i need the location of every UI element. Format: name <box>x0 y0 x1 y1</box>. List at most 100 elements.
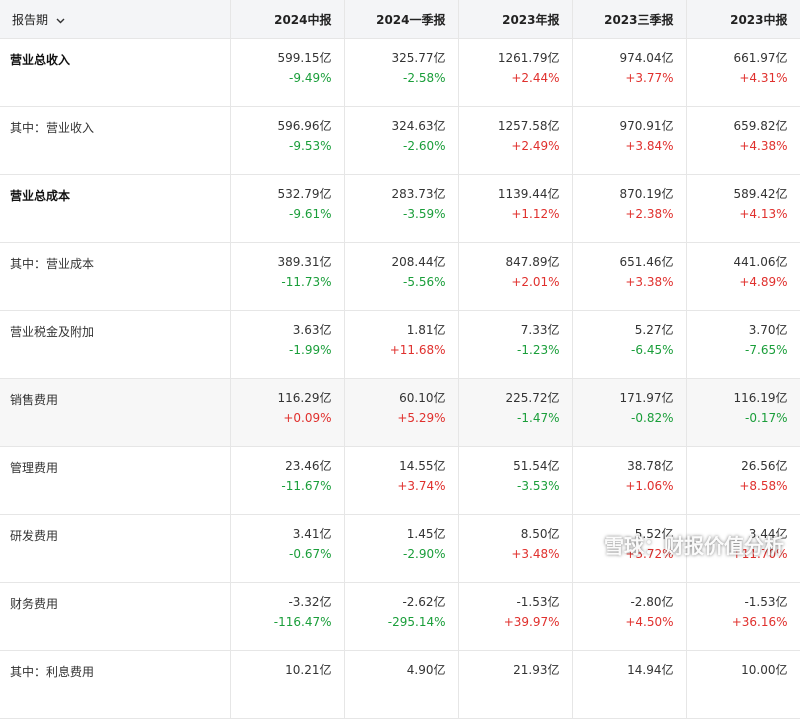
value-cell: 651.46亿 +3.38% <box>572 242 687 311</box>
value-amount: 51.54亿 <box>513 459 560 473</box>
value-cell: 1257.58亿 +2.49% <box>458 106 573 175</box>
yoy-change: +39.97% <box>503 615 560 629</box>
yoy-change: -9.53% <box>289 139 332 153</box>
income-statement-table: 报告期 2024中报 2024一季报 2023年报 2023三季报 2023中报… <box>0 0 800 719</box>
value-amount: 870.19亿 <box>619 187 674 201</box>
yoy-change: -3.59% <box>403 207 446 221</box>
row-label: 其中：营业收入 <box>0 106 231 175</box>
row-label: 管理费用 <box>0 446 231 515</box>
value-cell: 3.63亿 -1.99% <box>230 310 345 379</box>
value-amount: 3.41亿 <box>292 527 332 541</box>
value-amount: 14.55亿 <box>399 459 446 473</box>
value-amount: 171.97亿 <box>619 391 674 405</box>
yoy-change: +8.58% <box>739 479 788 493</box>
value-cell: 970.91亿 +3.84% <box>572 106 687 175</box>
value-amount: 26.56亿 <box>741 459 788 473</box>
value-amount: 1261.79亿 <box>497 51 560 65</box>
row-label: 营业税金及附加 <box>0 310 231 379</box>
value-cell: 38.78亿 +1.06% <box>572 446 687 515</box>
yoy-change: -116.47% <box>273 615 332 629</box>
yoy-change: +2.44% <box>511 71 560 85</box>
value-cell: 661.97亿 +4.31% <box>686 38 800 107</box>
value-cell: 7.33亿 -1.23% <box>458 310 573 379</box>
snowball-logo-icon <box>576 531 598 558</box>
yoy-change: +3.84% <box>625 139 674 153</box>
value-amount: 389.31亿 <box>277 255 332 269</box>
yoy-change: -7.65% <box>745 343 788 357</box>
value-amount: 7.33亿 <box>520 323 560 337</box>
value-amount: 847.89亿 <box>505 255 560 269</box>
yoy-change: +2.01% <box>511 275 560 289</box>
row-label: 研发费用 <box>0 514 231 583</box>
value-cell: 532.79亿 -9.61% <box>230 174 345 243</box>
value-cell: 14.55亿 +3.74% <box>344 446 459 515</box>
value-amount: 10.21亿 <box>285 663 332 677</box>
yoy-change: +1.06% <box>625 479 674 493</box>
value-amount: 1257.58亿 <box>497 119 560 133</box>
yoy-change: -2.60% <box>403 139 446 153</box>
value-cell: 324.63亿 -2.60% <box>344 106 459 175</box>
value-cell: 325.77亿 -2.58% <box>344 38 459 107</box>
value-cell: 171.97亿 -0.82% <box>572 378 687 447</box>
value-cell: 3.41亿 -0.67% <box>230 514 345 583</box>
value-cell: 870.19亿 +2.38% <box>572 174 687 243</box>
value-amount: 5.27亿 <box>634 323 674 337</box>
value-cell: 8.50亿 +3.48% <box>458 514 573 583</box>
yoy-change: -11.73% <box>281 275 332 289</box>
report-period-label: 报告期 <box>12 12 49 27</box>
value-amount: 1.45亿 <box>406 527 446 541</box>
yoy-change: -1.99% <box>289 343 332 357</box>
yoy-change: +5.29% <box>397 411 446 425</box>
value-cell: 5.27亿 -6.45% <box>572 310 687 379</box>
value-cell: 1261.79亿 +2.44% <box>458 38 573 107</box>
value-amount: 8.50亿 <box>520 527 560 541</box>
value-cell: 21.93亿 <box>458 650 573 719</box>
value-amount: 116.29亿 <box>277 391 332 405</box>
period-header[interactable]: 2023年报 <box>458 0 573 39</box>
value-cell: 116.19亿 -0.17% <box>686 378 800 447</box>
value-amount: 21.93亿 <box>513 663 560 677</box>
value-amount: 3.63亿 <box>292 323 332 337</box>
value-amount: 10.00亿 <box>741 663 788 677</box>
value-amount: -2.62亿 <box>402 595 446 609</box>
value-cell: 389.31亿 -11.73% <box>230 242 345 311</box>
report-period-dropdown[interactable]: 报告期 <box>0 0 231 39</box>
yoy-change: -9.61% <box>289 207 332 221</box>
yoy-change: +2.49% <box>511 139 560 153</box>
period-header[interactable]: 2023中报 <box>686 0 800 39</box>
yoy-change: +4.38% <box>739 139 788 153</box>
value-amount: 974.04亿 <box>619 51 674 65</box>
yoy-change: +0.09% <box>283 411 332 425</box>
yoy-change: +4.50% <box>625 615 674 629</box>
value-amount: 441.06亿 <box>733 255 788 269</box>
value-amount: -2.80亿 <box>630 595 674 609</box>
period-header[interactable]: 2023三季报 <box>572 0 687 39</box>
yoy-change: -0.82% <box>631 411 674 425</box>
yoy-change: +3.74% <box>397 479 446 493</box>
yoy-change: -2.58% <box>403 71 446 85</box>
value-amount: 324.63亿 <box>391 119 446 133</box>
value-cell: 1.81亿 +11.68% <box>344 310 459 379</box>
value-cell: 225.72亿 -1.47% <box>458 378 573 447</box>
value-amount: 283.73亿 <box>391 187 446 201</box>
value-cell: -2.62亿 -295.14% <box>344 582 459 651</box>
value-cell: 599.15亿 -9.49% <box>230 38 345 107</box>
yoy-change: +3.38% <box>625 275 674 289</box>
table-row: 营业总成本 532.79亿 -9.61% 283.73亿 -3.59% 1139.44亿 +… <box>0 174 800 243</box>
table-row: 销售费用 116.29亿 +0.09% 60.10亿 +5.29% 225.72亿 -1.4… <box>0 378 800 447</box>
value-cell: 974.04亿 +3.77% <box>572 38 687 107</box>
value-cell: 10.00亿 <box>686 650 800 719</box>
yoy-change: -1.47% <box>517 411 560 425</box>
period-header[interactable]: 2024中报 <box>230 0 345 39</box>
value-amount: 60.10亿 <box>399 391 446 405</box>
row-label: 财务费用 <box>0 582 231 651</box>
value-amount: 596.96亿 <box>277 119 332 133</box>
yoy-change: -0.67% <box>289 547 332 561</box>
yoy-change: +36.16% <box>731 615 788 629</box>
value-amount: 325.77亿 <box>391 51 446 65</box>
period-header[interactable]: 2024一季报 <box>344 0 459 39</box>
value-amount: 225.72亿 <box>505 391 560 405</box>
value-amount: 659.82亿 <box>733 119 788 133</box>
row-label: 营业总成本 <box>0 174 231 243</box>
value-cell: 589.42亿 +4.13% <box>686 174 800 243</box>
